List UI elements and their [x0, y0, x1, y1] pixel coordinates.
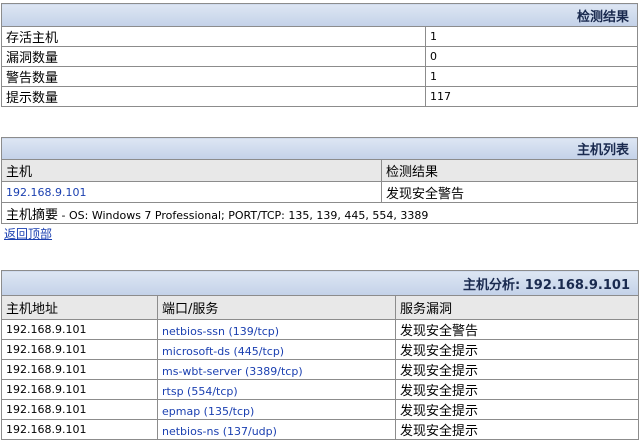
- host-address: 192.168.9.101: [1, 359, 158, 380]
- host-address: 192.168.9.101: [1, 379, 158, 400]
- service-link[interactable]: epmap (135/tcp): [162, 405, 254, 418]
- summary-title: 检测结果: [1, 3, 638, 27]
- column-header-host: 主机: [1, 159, 382, 182]
- summary-label: 提示数量: [1, 86, 426, 107]
- service-vuln: 发现安全提示: [395, 339, 639, 360]
- host-address: 192.168.9.101: [1, 399, 158, 420]
- summary-value: 1: [425, 26, 638, 47]
- host-list-table: 主机列表 主机 检测结果 192.168.9.101 发现安全警告 主机摘要 -…: [1, 137, 638, 224]
- table-row: 192.168.9.101 发现安全警告: [1, 181, 638, 203]
- service-link[interactable]: netbios-ssn (139/tcp): [162, 325, 279, 338]
- service-link[interactable]: microsoft-ds (445/tcp): [162, 345, 284, 358]
- summary-value: 117: [425, 86, 638, 107]
- column-header-result: 检测结果: [381, 159, 638, 182]
- host-ip-link[interactable]: 192.168.9.101: [6, 186, 86, 199]
- column-header-address: 主机地址: [1, 295, 158, 320]
- summary-label: 警告数量: [1, 66, 426, 87]
- host-address: 192.168.9.101: [1, 419, 158, 440]
- service-vuln: 发现安全提示: [395, 399, 639, 420]
- service-vuln: 发现安全提示: [395, 359, 639, 380]
- summary-value: 1: [425, 66, 638, 87]
- table-row: 192.168.9.101 netbios-ssn (139/tcp) 发现安全…: [1, 319, 639, 340]
- host-analysis-table: 主机分析: 192.168.9.101 主机地址 端口/服务 服务漏洞 192.…: [1, 270, 639, 440]
- host-summary-row: 主机摘要 - OS: Windows 7 Professional; PORT/…: [1, 202, 638, 224]
- summary-table: 检测结果 存活主机 1 漏洞数量 0 警告数量 1 提示数量 117: [1, 3, 638, 107]
- table-row: 192.168.9.101 ms-wbt-server (3389/tcp) 发…: [1, 359, 639, 380]
- table-row: 提示数量 117: [1, 86, 638, 107]
- table-row: 警告数量 1: [1, 66, 638, 87]
- table-row: 漏洞数量 0: [1, 46, 638, 67]
- service-link[interactable]: rtsp (554/tcp): [162, 385, 238, 398]
- table-row: 192.168.9.101 netbios-ns (137/udp) 发现安全提…: [1, 419, 639, 440]
- column-header-vuln: 服务漏洞: [395, 295, 639, 320]
- summary-label: 存活主机: [1, 26, 426, 47]
- service-vuln: 发现安全提示: [395, 379, 639, 400]
- host-list-title: 主机列表: [1, 137, 638, 160]
- service-link[interactable]: ms-wbt-server (3389/tcp): [162, 365, 303, 378]
- host-summary-label: 主机摘要: [6, 207, 59, 223]
- service-vuln: 发现安全警告: [395, 319, 639, 340]
- summary-value: 0: [425, 46, 638, 67]
- host-address: 192.168.9.101: [1, 319, 158, 340]
- service-vuln: 发现安全提示: [395, 419, 639, 440]
- host-analysis-title: 主机分析: 192.168.9.101: [1, 270, 639, 296]
- host-result: 发现安全警告: [381, 181, 638, 203]
- summary-label: 漏洞数量: [1, 46, 426, 67]
- table-row: 192.168.9.101 microsoft-ds (445/tcp) 发现安…: [1, 339, 639, 360]
- table-row: 存活主机 1: [1, 26, 638, 47]
- host-address: 192.168.9.101: [1, 339, 158, 360]
- host-summary-text: - OS: Windows 7 Professional; PORT/TCP: …: [58, 208, 429, 222]
- back-to-top-link[interactable]: 返回顶部: [4, 225, 52, 242]
- column-header-port: 端口/服务: [157, 295, 396, 320]
- service-link[interactable]: netbios-ns (137/udp): [162, 425, 277, 438]
- table-row: 192.168.9.101 epmap (135/tcp) 发现安全提示: [1, 399, 639, 420]
- table-row: 192.168.9.101 rtsp (554/tcp) 发现安全提示: [1, 379, 639, 400]
